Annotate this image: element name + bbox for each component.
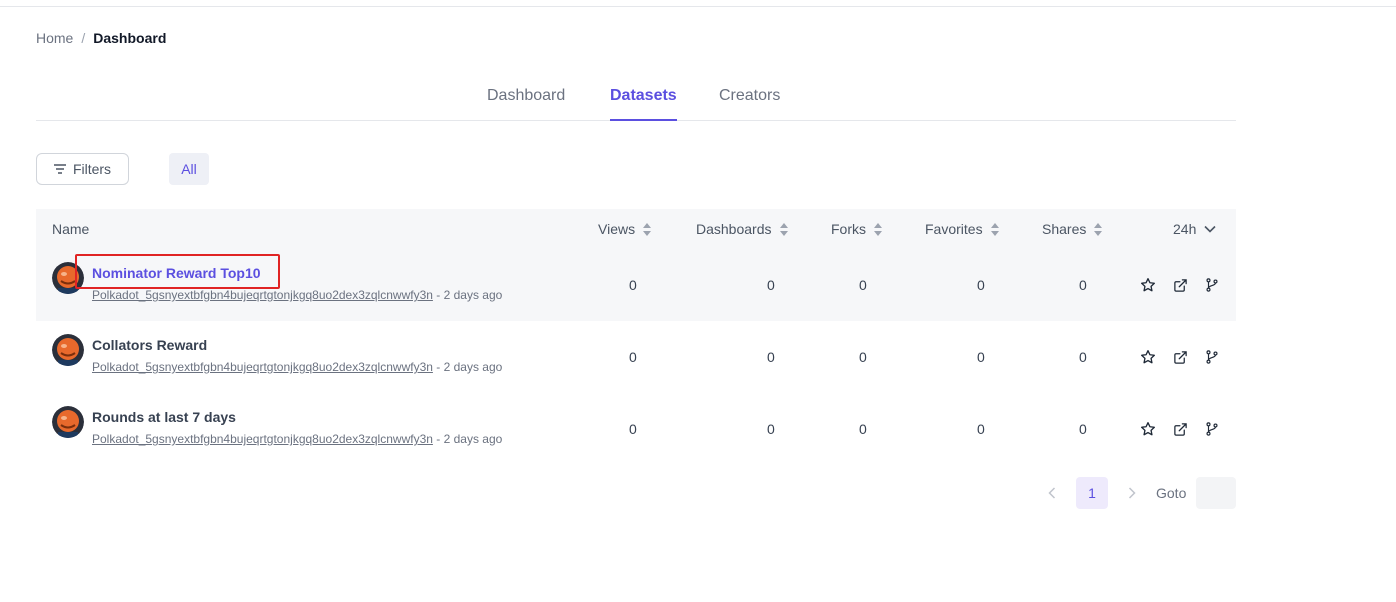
dataset-owner-link[interactable]: Polkadot_5gsnyextbfgbn4bujeqrtgtonjkgq8u… bbox=[92, 432, 433, 446]
pagination-next[interactable] bbox=[1122, 477, 1142, 509]
column-favorites-label: Favorites bbox=[925, 221, 983, 237]
chevron-down-icon bbox=[1204, 225, 1216, 233]
breadcrumb: Home / Dashboard bbox=[36, 30, 166, 46]
top-divider bbox=[0, 6, 1396, 7]
forks-count: 0 bbox=[859, 349, 867, 365]
avatar bbox=[52, 406, 84, 438]
period-select-value: 24h bbox=[1173, 221, 1197, 237]
forks-count: 0 bbox=[859, 277, 867, 293]
views-count: 0 bbox=[629, 421, 637, 437]
git-fork-icon[interactable] bbox=[1203, 420, 1221, 438]
tab-dashboard[interactable]: Dashboard bbox=[487, 87, 565, 121]
dataset-age: - 2 days ago bbox=[432, 432, 503, 446]
column-dashboards-label: Dashboards bbox=[696, 221, 772, 237]
star-icon[interactable] bbox=[1139, 276, 1157, 294]
breadcrumb-separator: / bbox=[81, 30, 86, 46]
column-name: Name bbox=[52, 221, 89, 237]
chevron-right-icon bbox=[1128, 487, 1136, 499]
sort-updown-icon[interactable] bbox=[779, 222, 788, 236]
filter-chip-all[interactable]: All bbox=[169, 153, 209, 185]
pagination-goto-label: Goto bbox=[1156, 485, 1187, 501]
column-favorites[interactable]: Favorites bbox=[925, 221, 999, 237]
tab-bar: Dashboard Datasets Creators bbox=[36, 80, 1236, 121]
filters-button[interactable]: Filters bbox=[36, 153, 129, 185]
filters-label: Filters bbox=[72, 161, 112, 177]
dataset-owner-link[interactable]: Polkadot_5gsnyextbfgbn4bujeqrtgtonjkgq8u… bbox=[92, 288, 433, 302]
external-link-icon[interactable] bbox=[1171, 276, 1189, 294]
table-header: Name Views Dashboards Forks Favorites Sh… bbox=[36, 209, 1236, 249]
external-link-icon[interactable] bbox=[1171, 420, 1189, 438]
shares-count: 0 bbox=[1079, 349, 1087, 365]
column-forks-label: Forks bbox=[831, 221, 866, 237]
shares-count: 0 bbox=[1079, 421, 1087, 437]
sort-updown-icon[interactable] bbox=[1094, 222, 1103, 236]
dataset-meta: Polkadot_5gsnyextbfgbn4bujeqrtgtonjkgq8u… bbox=[92, 360, 502, 374]
sort-updown-icon[interactable] bbox=[874, 222, 882, 236]
dashboards-count: 0 bbox=[767, 277, 775, 293]
favorites-count: 0 bbox=[977, 421, 985, 437]
pagination-page[interactable]: 1 bbox=[1076, 477, 1108, 509]
period-select[interactable]: 24h bbox=[1173, 221, 1216, 237]
column-name-label: Name bbox=[52, 221, 90, 237]
table-row[interactable]: Rounds at last 7 days Polkadot_5gsnyextb… bbox=[36, 393, 1236, 465]
dataset-title-link[interactable]: Collators Reward bbox=[92, 337, 207, 353]
git-fork-icon[interactable] bbox=[1203, 276, 1221, 294]
pagination-goto-input[interactable] bbox=[1196, 477, 1236, 509]
dataset-meta: Polkadot_5gsnyextbfgbn4bujeqrtgtonjkgq8u… bbox=[92, 432, 502, 446]
external-link-icon[interactable] bbox=[1171, 348, 1189, 366]
chevron-left-icon bbox=[1048, 487, 1056, 499]
pagination-prev[interactable] bbox=[1042, 477, 1062, 509]
table-row[interactable]: Nominator Reward Top10 Polkadot_5gsnyext… bbox=[36, 249, 1236, 321]
star-icon[interactable] bbox=[1139, 420, 1157, 438]
dataset-meta: Polkadot_5gsnyextbfgbn4bujeqrtgtonjkgq8u… bbox=[92, 288, 502, 302]
views-count: 0 bbox=[629, 277, 637, 293]
breadcrumb-current: Dashboard bbox=[93, 30, 167, 46]
breadcrumb-home[interactable]: Home bbox=[36, 30, 73, 46]
git-fork-icon[interactable] bbox=[1203, 348, 1221, 366]
column-shares-label: Shares bbox=[1042, 221, 1087, 237]
dataset-age: - 2 days ago bbox=[432, 360, 503, 374]
forks-count: 0 bbox=[859, 421, 867, 437]
column-views[interactable]: Views bbox=[598, 221, 652, 237]
column-views-label: Views bbox=[598, 221, 636, 237]
dataset-owner-link[interactable]: Polkadot_5gsnyextbfgbn4bujeqrtgtonjkgq8u… bbox=[92, 360, 433, 374]
datasets-table: Name Views Dashboards Forks Favorites Sh… bbox=[36, 209, 1236, 465]
dashboards-count: 0 bbox=[767, 349, 775, 365]
column-shares[interactable]: Shares bbox=[1042, 221, 1103, 237]
avatar bbox=[52, 334, 84, 366]
sort-updown-icon[interactable] bbox=[643, 222, 652, 236]
shares-count: 0 bbox=[1079, 277, 1087, 293]
filter-lines-icon bbox=[53, 164, 66, 174]
dataset-title-link[interactable]: Rounds at last 7 days bbox=[92, 409, 236, 425]
views-count: 0 bbox=[629, 349, 637, 365]
tab-creators[interactable]: Creators bbox=[719, 87, 780, 121]
dataset-title-link[interactable]: Nominator Reward Top10 bbox=[92, 265, 261, 281]
sort-updown-icon[interactable] bbox=[990, 222, 999, 236]
column-dashboards[interactable]: Dashboards bbox=[696, 221, 788, 237]
avatar bbox=[52, 262, 84, 294]
dashboards-count: 0 bbox=[767, 421, 775, 437]
favorites-count: 0 bbox=[977, 349, 985, 365]
dataset-age: - 2 days ago bbox=[432, 288, 503, 302]
column-forks[interactable]: Forks bbox=[831, 221, 882, 237]
tab-datasets[interactable]: Datasets bbox=[610, 87, 677, 121]
favorites-count: 0 bbox=[977, 277, 985, 293]
table-row[interactable]: Collators Reward Polkadot_5gsnyextbfgbn4… bbox=[36, 321, 1236, 393]
star-icon[interactable] bbox=[1139, 348, 1157, 366]
